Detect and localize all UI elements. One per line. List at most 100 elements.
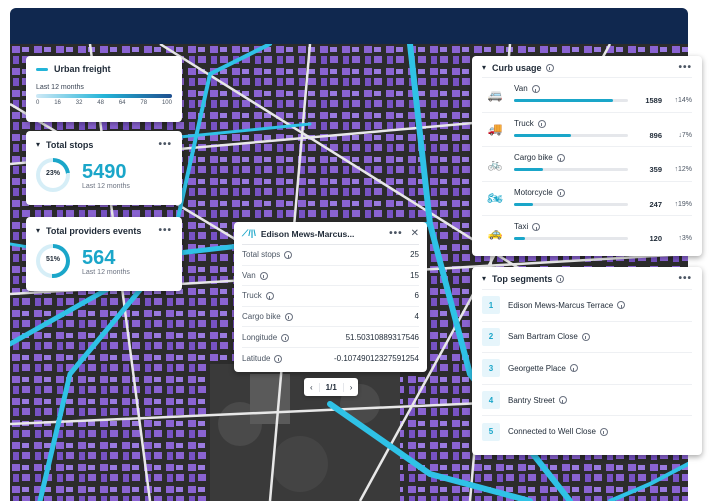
popup-row: Total stops 25: [242, 245, 419, 266]
top-segments-panel: ▾ Top segments ••• 1 Edison Mews-Marcus T…: [472, 267, 702, 455]
info-icon[interactable]: [284, 251, 293, 260]
close-icon[interactable]: ✕: [411, 228, 419, 239]
popup-row-value: -0.10749012327591254: [334, 353, 419, 363]
top-segment-row[interactable]: 5 Connected to Well Close: [482, 415, 692, 447]
more-options-icon[interactable]: •••: [678, 273, 692, 284]
segment-popup: ⟋/|\ Edison Mews-Marcus... ••• ✕ Total s…: [234, 222, 427, 372]
curb-row-name: Van: [514, 84, 528, 94]
info-icon[interactable]: [556, 274, 565, 283]
top-segments-header: ▾ Top segments •••: [482, 273, 692, 289]
info-icon[interactable]: [532, 223, 541, 232]
top-segment-row[interactable]: 1 Edison Mews-Marcus Terrace: [482, 289, 692, 321]
curb-row-name: Truck: [514, 118, 534, 128]
segment-icon: ⟋/|\: [242, 228, 256, 238]
info-icon[interactable]: [259, 271, 268, 280]
segment-rank: 4: [482, 391, 500, 410]
more-options-icon[interactable]: •••: [158, 139, 172, 150]
popup-row-value: 51.50310889317546: [345, 332, 419, 342]
usage-bar-fill: [514, 237, 526, 241]
prev-page-button[interactable]: ‹: [304, 383, 319, 392]
top-segments-title: Top segments: [492, 273, 553, 284]
curb-row[interactable]: 🚲 Cargo bike 359 ↑12%: [482, 146, 692, 181]
percent-ring: 23%: [36, 158, 70, 192]
top-segment-row[interactable]: 2 Sam Bartram Close: [482, 320, 692, 353]
percent-label: 51%: [45, 256, 60, 263]
info-icon[interactable]: [558, 396, 567, 405]
legend-panel: Urban freight Last 12 months 0 16 32 48 …: [26, 56, 182, 122]
usage-bar-fill: [514, 133, 571, 137]
total-providers-subtitle: Last 12 months: [82, 268, 130, 276]
usage-bar-fill: [514, 202, 534, 206]
popup-rows: Total stops 25 Van 15 Truck 6 Cargo bike 4 L…: [242, 245, 419, 369]
top-bar: [10, 8, 688, 44]
chevron-down-icon[interactable]: ▾: [482, 63, 486, 72]
curb-row-change: ↑14%: [674, 97, 692, 105]
popup-row: Latitude -0.10749012327591254: [242, 348, 419, 369]
info-icon[interactable]: [617, 301, 626, 310]
total-stops-card: ▾ Total stops ••• 23% 5490 Last 12 month…: [26, 131, 182, 205]
curb-row-value: 1589: [645, 96, 662, 106]
legend-tick: 16: [54, 100, 61, 106]
info-icon[interactable]: [537, 119, 546, 128]
more-options-icon[interactable]: •••: [678, 62, 692, 73]
chevron-down-icon[interactable]: ▾: [482, 274, 486, 283]
info-icon[interactable]: [265, 292, 274, 301]
info-icon[interactable]: [281, 333, 290, 342]
top-segment-row[interactable]: 4 Bantry Street: [482, 383, 692, 416]
chevron-down-icon[interactable]: ▾: [36, 226, 40, 235]
info-icon[interactable]: [545, 63, 554, 72]
curb-row-name: Taxi: [514, 222, 529, 232]
curb-row[interactable]: 🚕 Taxi 120 ↑3%: [482, 215, 692, 250]
chevron-down-icon[interactable]: ▾: [36, 140, 40, 149]
total-providers-title: Total providers events: [46, 225, 142, 236]
popup-row-label: Cargo bike: [242, 312, 281, 322]
legend-tick: 64: [118, 100, 126, 106]
curb-row[interactable]: 🚚 Truck 896 ↓7%: [482, 111, 692, 147]
legend-tick: 48: [97, 100, 104, 106]
segment-name: Georgette Place: [508, 363, 566, 373]
more-options-icon[interactable]: •••: [158, 225, 172, 236]
curb-row-value: 896: [649, 130, 662, 140]
popup-header: ⟋/|\ Edison Mews-Marcus... ••• ✕: [242, 228, 419, 245]
legend-color-scale: [36, 94, 172, 98]
segment-rank: 3: [482, 359, 500, 378]
info-icon[interactable]: [274, 354, 283, 363]
popup-pager: ‹ 1/1 ›: [304, 378, 359, 396]
info-icon[interactable]: [599, 427, 608, 436]
curb-usage-panel: ▾ Curb usage ••• 🚐 Van 1589 ↑14% 🚚 Truck 896 ↓7…: [472, 56, 702, 256]
legend-tick: 0: [36, 100, 40, 106]
popup-row: Van 15: [242, 266, 419, 287]
curb-row[interactable]: 🏍 Motorcycle 247 ↑19%: [482, 180, 692, 216]
info-icon[interactable]: [284, 312, 293, 321]
curb-row-change: ↑3%: [678, 235, 692, 243]
usage-bar: [514, 168, 628, 172]
info-icon[interactable]: [581, 332, 590, 341]
truck-icon: 🚚: [487, 122, 503, 137]
top-segment-row[interactable]: 3 Georgette Place: [482, 352, 692, 384]
total-stops-value: 5490: [82, 160, 127, 183]
segment-rank: 1: [482, 296, 500, 315]
curb-row[interactable]: 🚐 Van 1589 ↑14%: [482, 77, 692, 112]
legend-subtitle: Last 12 months: [36, 84, 84, 91]
usage-bar-fill: [514, 99, 614, 103]
popup-row-label: Van: [242, 270, 256, 280]
page-indicator: 1/1: [318, 382, 344, 392]
info-icon[interactable]: [569, 364, 578, 373]
usage-bar-fill: [514, 168, 543, 172]
segment-name: Edison Mews-Marcus Terrace: [508, 300, 614, 310]
info-icon[interactable]: [531, 85, 540, 94]
total-providers-card: ▾ Total providers events ••• 51% 564 Las…: [26, 217, 182, 291]
popup-row-label: Latitude: [242, 353, 271, 363]
info-icon[interactable]: [556, 154, 565, 163]
total-stops-header: ▾ Total stops •••: [36, 139, 172, 150]
usage-bar: [514, 237, 628, 241]
legend-ticks: 0 16 32 48 64 78 100: [36, 100, 172, 106]
curb-row-change: ↓7%: [678, 131, 692, 139]
info-icon[interactable]: [556, 188, 565, 197]
legend-swatch: [36, 67, 48, 71]
popup-row-value: 4: [414, 312, 419, 322]
curb-row-value: 359: [649, 165, 662, 175]
next-page-button[interactable]: ›: [344, 383, 359, 392]
more-options-icon[interactable]: •••: [389, 228, 403, 239]
legend-title-row: Urban freight: [36, 64, 172, 74]
